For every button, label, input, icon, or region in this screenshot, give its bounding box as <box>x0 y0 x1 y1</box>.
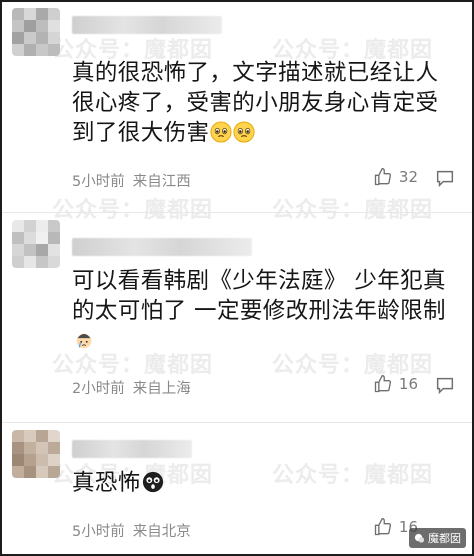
comment-item: 真恐怖 5小时前 来自北京 16 <box>2 424 472 554</box>
thumbs-up-icon <box>374 374 391 393</box>
comment-bubble-icon[interactable] <box>434 167 456 189</box>
comment-time: 5小时前 <box>72 524 125 540</box>
divider <box>2 212 472 213</box>
wechat-icon <box>414 533 425 543</box>
like-button[interactable]: 32 <box>373 167 418 187</box>
comment-meta: 5小时前 来自北京 <box>72 520 191 541</box>
comment-meta: 5小时前 来自江西 <box>72 170 191 191</box>
comment-location: 来自上海 <box>132 381 191 397</box>
comment-text: 真的很恐怖了，文字描述就已经让人很心疼了，受害的小朋友身心肯定受到了很大伤害 <box>72 60 439 146</box>
comment-thread: 公众号：魔都囡 公众号：魔都囡 公众号：魔都囡 公众号：魔都囡 公众号：魔都囡 … <box>0 0 474 556</box>
like-count: 32 <box>398 168 418 186</box>
pleading-face-icon <box>233 121 255 143</box>
comment-meta: 2小时前 来自上海 <box>72 377 191 398</box>
username-blurred[interactable] <box>72 440 192 458</box>
avatar[interactable] <box>12 430 60 478</box>
comment-bubble-icon[interactable] <box>434 374 456 396</box>
comment-item: 可以看看韩剧《少年法庭》 少年犯真的太可怕了 一定要修改刑法年龄限制 2小时前来… <box>2 214 472 420</box>
username-blurred[interactable] <box>72 238 252 256</box>
comment-time: 5小时前 <box>72 174 125 190</box>
comment-location: 来自北京 <box>132 524 191 540</box>
comment-text: 可以看看韩剧《少年法庭》 少年犯真的太可怕了 一定要修改刑法年龄限制 <box>72 266 456 356</box>
comment-text: 真恐怖 <box>72 468 456 498</box>
crying-emoji-icon <box>76 333 92 349</box>
avatar[interactable] <box>12 220 60 268</box>
like-button[interactable]: 16 <box>373 374 418 394</box>
like-count: 16 <box>398 375 418 393</box>
username-blurred[interactable] <box>72 16 222 34</box>
avatar[interactable] <box>12 8 60 56</box>
divider <box>2 422 472 423</box>
comment-item: 真的很恐怖了，文字描述就已经让人很心疼了，受害的小朋友身心肯定受到了很大伤害 5… <box>2 2 472 210</box>
comment-time: 2小时前 <box>72 381 125 397</box>
thumbs-up-icon <box>374 517 391 536</box>
shocked-face-icon <box>142 471 163 493</box>
thumbs-up-icon <box>374 167 391 186</box>
pleading-face-icon <box>210 121 232 143</box>
comment-location: 来自江西 <box>132 174 191 190</box>
corner-watermark: 魔都囡 <box>409 528 466 548</box>
